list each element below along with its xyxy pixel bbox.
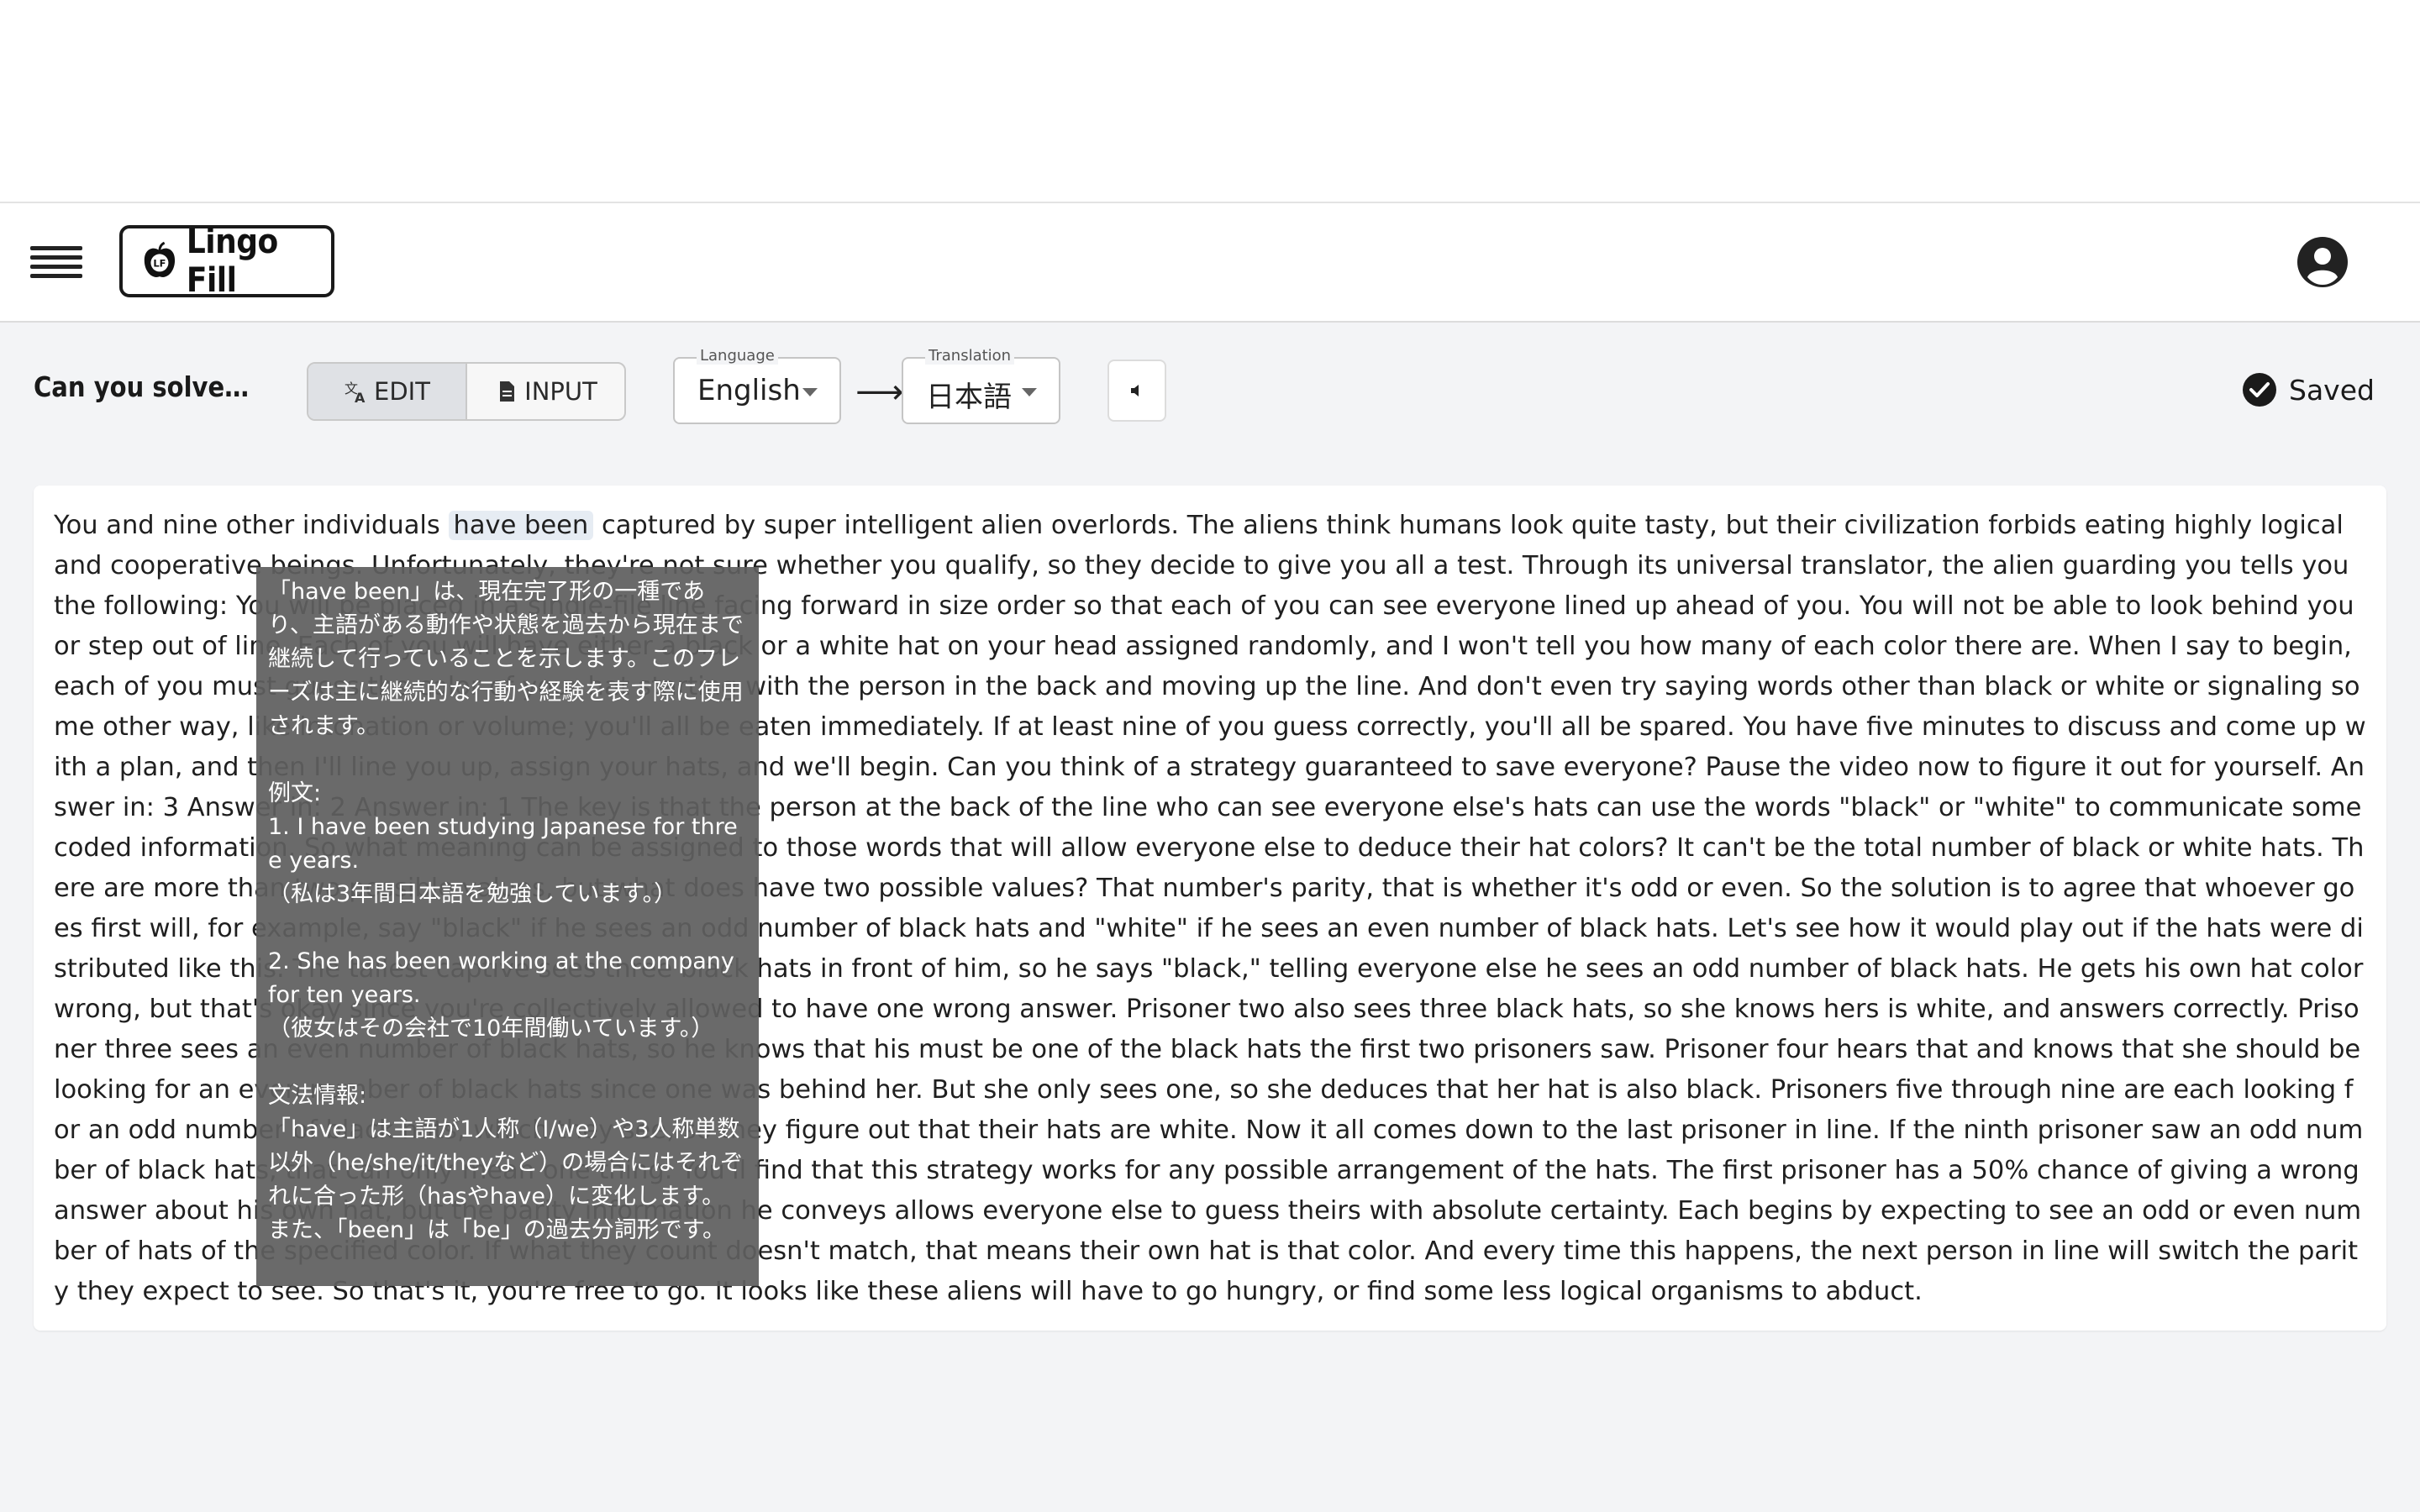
chevron-down-icon <box>802 388 818 396</box>
language-select-label: Language <box>697 347 778 365</box>
top-blank-area <box>0 0 2420 203</box>
menu-line <box>30 255 82 260</box>
menu-line <box>30 246 82 250</box>
translation-select-label: Translation <box>925 347 1015 365</box>
document-icon <box>500 381 515 402</box>
save-status: Saved <box>2242 372 2375 407</box>
input-mode-label: INPUT <box>524 377 597 406</box>
svg-text:A: A <box>355 390 366 404</box>
phrase-explanation-tooltip: 「have been」は、現在完了形の一種であり、主語がある動作や状態を過去から… <box>256 567 759 1286</box>
save-status-text: Saved <box>2289 373 2375 407</box>
speaker-icon <box>1131 385 1139 396</box>
translation-select[interactable]: Translation 日本語 <box>902 347 1060 424</box>
mode-toggle-group: 文 A EDIT INPUT <box>307 362 626 421</box>
translation-select-value: 日本語 <box>926 381 1012 414</box>
edit-mode-button[interactable]: 文 A EDIT <box>308 364 466 419</box>
translate-icon: 文 A <box>345 381 366 404</box>
hamburger-menu-icon[interactable] <box>30 237 82 287</box>
document-title: Can you solve the pr... <box>34 370 255 403</box>
apple-logo-icon: LF <box>144 241 176 277</box>
highlighted-phrase[interactable]: have been <box>448 511 594 540</box>
app-header <box>0 203 2420 323</box>
input-mode-button[interactable]: INPUT <box>466 364 624 419</box>
svg-text:LF: LF <box>153 258 166 270</box>
account-avatar-icon[interactable] <box>2296 236 2349 288</box>
language-select-value: English <box>697 374 801 407</box>
menu-line <box>30 274 82 278</box>
language-select[interactable]: Language English <box>673 347 841 424</box>
passage-text-before: You and nine other individuals <box>54 511 449 540</box>
arrow-right-icon: ⟶ <box>855 373 904 412</box>
speaker-button[interactable] <box>1107 360 1166 422</box>
check-circle-icon <box>2243 373 2276 407</box>
menu-line <box>30 265 82 269</box>
app-name: Lingo Fill <box>186 223 278 300</box>
app-logo-button[interactable]: LF Lingo Fill <box>119 223 334 300</box>
chevron-down-icon <box>1022 388 1037 396</box>
edit-mode-label: EDIT <box>374 377 430 406</box>
